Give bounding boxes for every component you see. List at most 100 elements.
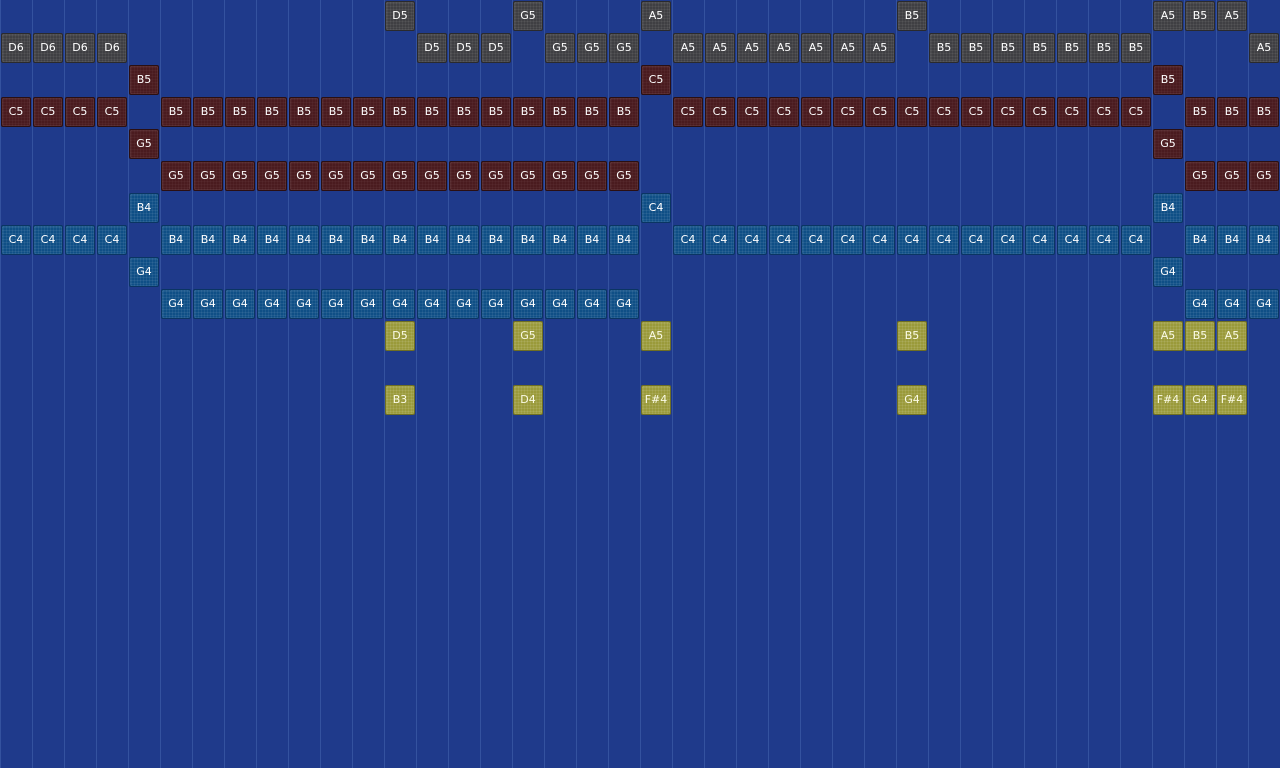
note-block-red[interactable]: B5 — [129, 65, 159, 95]
note-block-blue[interactable]: C4 — [897, 225, 927, 255]
note-block-gray[interactable]: B5 — [1025, 33, 1055, 63]
note-block-blue[interactable]: C4 — [961, 225, 991, 255]
note-block-red[interactable]: G5 — [513, 161, 543, 191]
note-block-red[interactable]: B5 — [321, 97, 351, 127]
note-block-blue[interactable]: G4 — [417, 289, 447, 319]
note-block-red[interactable]: G5 — [161, 161, 191, 191]
note-block-red[interactable]: C5 — [993, 97, 1023, 127]
note-block-gray[interactable]: D5 — [449, 33, 479, 63]
note-block-red[interactable]: B5 — [161, 97, 191, 127]
note-block-red[interactable]: G5 — [289, 161, 319, 191]
note-block-yellow[interactable]: B5 — [1185, 321, 1215, 351]
note-block-red[interactable]: C5 — [737, 97, 767, 127]
note-block-blue[interactable]: B4 — [513, 225, 543, 255]
note-block-red[interactable]: B5 — [289, 97, 319, 127]
note-block-blue[interactable]: C4 — [673, 225, 703, 255]
note-block-red[interactable]: C5 — [97, 97, 127, 127]
note-block-red[interactable]: C5 — [801, 97, 831, 127]
note-block-blue[interactable]: B4 — [257, 225, 287, 255]
note-block-red[interactable]: C5 — [865, 97, 895, 127]
note-block-blue[interactable]: B4 — [289, 225, 319, 255]
note-block-blue[interactable]: B4 — [161, 225, 191, 255]
note-block-yellow[interactable]: F#4 — [1153, 385, 1183, 415]
note-block-yellow[interactable]: D4 — [513, 385, 543, 415]
note-block-red[interactable]: B5 — [193, 97, 223, 127]
note-block-gray[interactable]: A5 — [1249, 33, 1279, 63]
note-block-yellow[interactable]: G5 — [513, 321, 543, 351]
note-block-red[interactable]: B5 — [257, 97, 287, 127]
note-block-red[interactable]: C5 — [33, 97, 63, 127]
note-block-blue[interactable]: C4 — [833, 225, 863, 255]
note-block-blue[interactable]: G4 — [449, 289, 479, 319]
note-block-red[interactable]: C5 — [961, 97, 991, 127]
note-block-yellow[interactable]: B3 — [385, 385, 415, 415]
note-block-gray[interactable]: B5 — [929, 33, 959, 63]
note-block-yellow[interactable]: G4 — [1185, 385, 1215, 415]
note-block-blue[interactable]: C4 — [705, 225, 735, 255]
note-block-blue[interactable]: C4 — [1025, 225, 1055, 255]
note-block-blue[interactable]: B4 — [481, 225, 511, 255]
note-block-blue[interactable]: C4 — [929, 225, 959, 255]
note-block-yellow[interactable]: F#4 — [641, 385, 671, 415]
note-block-blue[interactable]: C4 — [1057, 225, 1087, 255]
note-block-blue[interactable]: B4 — [193, 225, 223, 255]
note-block-blue[interactable]: G4 — [1217, 289, 1247, 319]
note-block-blue[interactable]: B4 — [129, 193, 159, 223]
note-block-blue[interactable]: C4 — [641, 193, 671, 223]
note-block-blue[interactable]: C4 — [33, 225, 63, 255]
note-block-yellow[interactable]: D5 — [385, 321, 415, 351]
note-block-blue[interactable]: G4 — [161, 289, 191, 319]
note-block-red[interactable]: G5 — [193, 161, 223, 191]
note-block-blue[interactable]: B4 — [1185, 225, 1215, 255]
note-block-gray[interactable]: B5 — [897, 1, 927, 31]
note-block-gray[interactable]: D5 — [481, 33, 511, 63]
note-block-gray[interactable]: A5 — [705, 33, 735, 63]
note-block-red[interactable]: B5 — [417, 97, 447, 127]
note-block-blue[interactable]: G4 — [577, 289, 607, 319]
note-block-gray[interactable]: B5 — [1089, 33, 1119, 63]
note-block-blue[interactable]: G4 — [353, 289, 383, 319]
note-block-red[interactable]: C5 — [1025, 97, 1055, 127]
note-block-yellow[interactable]: A5 — [1153, 321, 1183, 351]
note-block-blue[interactable]: C4 — [1, 225, 31, 255]
note-block-gray[interactable]: D6 — [97, 33, 127, 63]
note-block-blue[interactable]: G4 — [481, 289, 511, 319]
note-block-red[interactable]: G5 — [1185, 161, 1215, 191]
note-block-blue[interactable]: G4 — [193, 289, 223, 319]
note-block-yellow[interactable]: G4 — [897, 385, 927, 415]
note-block-gray[interactable]: D6 — [1, 33, 31, 63]
note-block-blue[interactable]: B4 — [1153, 193, 1183, 223]
note-block-red[interactable]: C5 — [769, 97, 799, 127]
note-block-blue[interactable]: G4 — [289, 289, 319, 319]
note-block-red[interactable]: B5 — [353, 97, 383, 127]
note-block-red[interactable]: G5 — [321, 161, 351, 191]
note-block-yellow[interactable]: A5 — [641, 321, 671, 351]
note-block-red[interactable]: G5 — [353, 161, 383, 191]
note-block-blue[interactable]: G4 — [225, 289, 255, 319]
note-block-blue[interactable]: B4 — [609, 225, 639, 255]
note-block-gray[interactable]: A5 — [1153, 1, 1183, 31]
note-block-gray[interactable]: A5 — [673, 33, 703, 63]
note-block-red[interactable]: B5 — [385, 97, 415, 127]
note-block-yellow[interactable]: B5 — [897, 321, 927, 351]
note-block-red[interactable]: B5 — [449, 97, 479, 127]
note-block-blue[interactable]: B4 — [1217, 225, 1247, 255]
note-block-blue[interactable]: G4 — [545, 289, 575, 319]
note-block-blue[interactable]: C4 — [769, 225, 799, 255]
note-block-blue[interactable]: C4 — [1089, 225, 1119, 255]
note-block-blue[interactable]: G4 — [1153, 257, 1183, 287]
note-block-red[interactable]: G5 — [225, 161, 255, 191]
note-block-gray[interactable]: A5 — [1217, 1, 1247, 31]
note-block-red[interactable]: G5 — [385, 161, 415, 191]
note-block-gray[interactable]: G5 — [577, 33, 607, 63]
note-block-red[interactable]: G5 — [577, 161, 607, 191]
note-block-blue[interactable]: B4 — [577, 225, 607, 255]
note-block-gray[interactable]: A5 — [801, 33, 831, 63]
note-block-red[interactable]: C5 — [673, 97, 703, 127]
note-block-red[interactable]: C5 — [1121, 97, 1151, 127]
note-block-red[interactable]: C5 — [1057, 97, 1087, 127]
note-block-gray[interactable]: G5 — [609, 33, 639, 63]
note-block-red[interactable]: G5 — [129, 129, 159, 159]
note-block-red[interactable]: G5 — [1217, 161, 1247, 191]
note-block-blue[interactable]: G4 — [609, 289, 639, 319]
